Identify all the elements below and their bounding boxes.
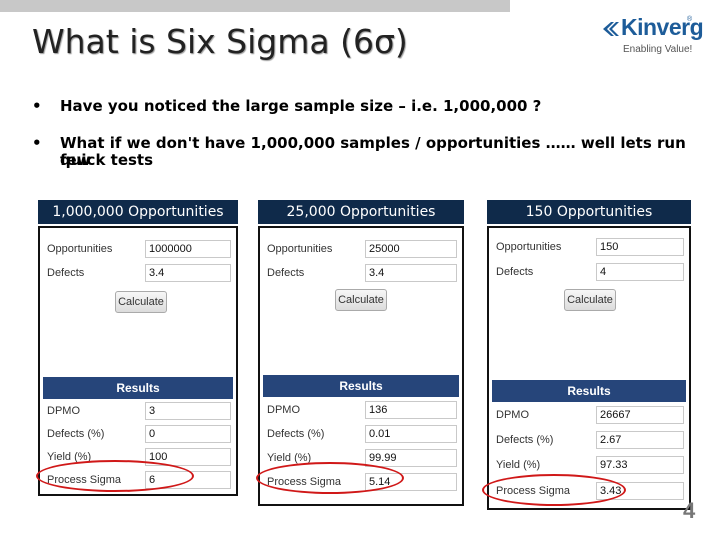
dpmo-value: 3 xyxy=(145,402,231,420)
bullet-1: • Have you noticed the large sample size… xyxy=(32,98,692,116)
result-row-defects-pct: Defects (%) 2.67 xyxy=(492,430,686,452)
defects-input[interactable]: 4 xyxy=(596,263,684,281)
bullet-text: Have you noticed the large sample size –… xyxy=(60,97,542,115)
result-row-defects-pct: Defects (%) 0.01 xyxy=(263,424,459,446)
results-bar: Results xyxy=(492,380,686,402)
bullet-dot: • xyxy=(32,97,42,115)
calculate-button[interactable]: Calculate xyxy=(564,289,616,311)
yield-value: 99.99 xyxy=(365,449,457,467)
defects-label: Defects xyxy=(496,266,534,278)
dpmo-label: DPMO xyxy=(496,409,529,421)
process-sigma-highlight-1 xyxy=(36,460,194,492)
dpmo-label: DPMO xyxy=(267,404,300,416)
calculate-button[interactable]: Calculate xyxy=(115,291,167,313)
process-sigma-highlight-2 xyxy=(256,462,404,494)
result-row-defects-pct: Defects (%) 0 xyxy=(43,424,233,446)
defects-pct-label: Defects (%) xyxy=(496,434,554,446)
defects-pct-label: Defects (%) xyxy=(267,428,325,440)
logo-mark-icon xyxy=(603,22,619,36)
calculator-panel-1: Opportunities 1000000 Defects 3.4 Calcul… xyxy=(38,226,238,496)
bullet-dot: • xyxy=(32,134,42,152)
defects-input[interactable]: 3.4 xyxy=(365,264,457,282)
opportunities-row: Opportunities 150 xyxy=(492,237,686,259)
results-bar: Results xyxy=(43,377,233,399)
top-decoration-bar xyxy=(0,0,510,12)
defects-pct-value: 0.01 xyxy=(365,425,457,443)
opportunities-row: Opportunities 25000 xyxy=(263,239,459,261)
calculate-button[interactable]: Calculate xyxy=(335,289,387,311)
yield-value: 97.33 xyxy=(596,456,684,474)
defects-label: Defects xyxy=(267,267,305,279)
opportunities-label: Opportunities xyxy=(496,241,562,253)
opportunities-input[interactable]: 25000 xyxy=(365,240,457,258)
result-row-dpmo: DPMO 26667 xyxy=(492,405,686,427)
dpmo-value: 26667 xyxy=(596,406,684,424)
opportunities-input[interactable]: 150 xyxy=(596,238,684,256)
dpmo-value: 136 xyxy=(365,401,457,419)
defects-row: Defects 3.4 xyxy=(263,263,459,285)
bullet-2: • What if we don't have 1,000,000 sample… xyxy=(32,135,702,171)
defects-row: Defects 3.4 xyxy=(43,263,233,285)
opportunities-input[interactable]: 1000000 xyxy=(145,240,231,258)
defects-row: Defects 4 xyxy=(492,262,686,284)
dpmo-label: DPMO xyxy=(47,405,80,417)
defects-input[interactable]: 3.4 xyxy=(145,264,231,282)
kinverg-logo: Kinverg ® Enabling Value! xyxy=(601,14,704,60)
column-header-150: 150 Opportunities xyxy=(487,200,691,224)
process-sigma-highlight-3 xyxy=(482,474,626,506)
logo-registered-mark: ® xyxy=(687,16,693,23)
bullet-text: What if we don't have 1,000,000 samples … xyxy=(60,134,686,169)
results-bar: Results xyxy=(263,375,459,397)
slide-title: What is Six Sigma (6σ) xyxy=(32,22,408,61)
yield-label: Yield (%) xyxy=(496,459,541,471)
result-row-dpmo: DPMO 136 xyxy=(263,400,459,422)
defects-pct-value: 2.67 xyxy=(596,431,684,449)
result-row-dpmo: DPMO 3 xyxy=(43,401,233,423)
calculator-panel-3: Opportunities 150 Defects 4 Calculate Re… xyxy=(487,226,691,510)
logo-tagline: Enabling Value! xyxy=(623,44,693,55)
opportunities-label: Opportunities xyxy=(47,243,113,255)
result-row-yield: Yield (%) 97.33 xyxy=(492,455,686,477)
column-header-25000: 25,000 Opportunities xyxy=(258,200,464,224)
page-number: 4 xyxy=(683,498,696,523)
defects-label: Defects xyxy=(47,267,85,279)
column-header-1000000: 1,000,000 Opportunities xyxy=(38,200,238,224)
bullet-text-continued: quick tests xyxy=(60,151,154,169)
defects-pct-value: 0 xyxy=(145,425,231,443)
defects-pct-label: Defects (%) xyxy=(47,428,105,440)
opportunities-row: Opportunities 1000000 xyxy=(43,239,233,261)
opportunities-label: Opportunities xyxy=(267,243,333,255)
